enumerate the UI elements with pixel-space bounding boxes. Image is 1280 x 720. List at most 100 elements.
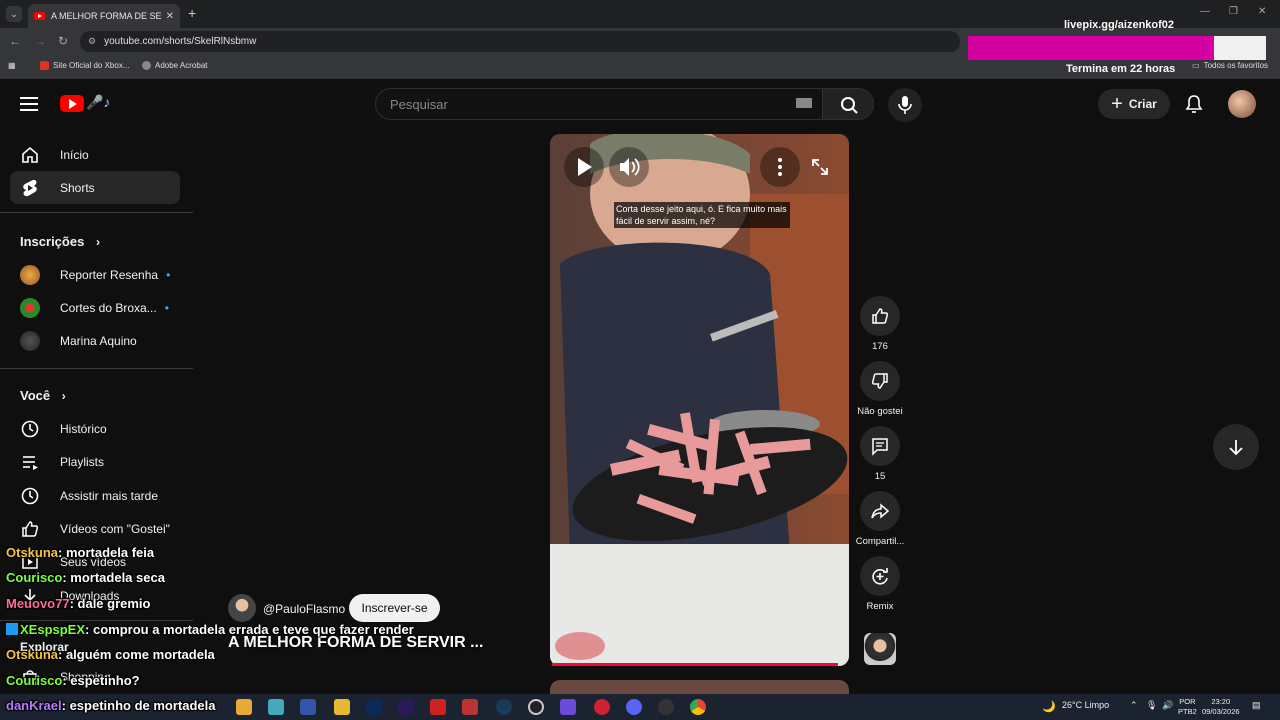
tab-search-button[interactable]: ⌄ — [6, 6, 22, 22]
keyboard-icon[interactable] — [796, 98, 812, 108]
discord-icon[interactable] — [626, 699, 642, 715]
weather-text[interactable]: 26°C Limpo — [1062, 700, 1109, 710]
acrobat-icon[interactable] — [430, 699, 446, 715]
close-tab-icon[interactable]: ✕ — [166, 11, 174, 22]
remix-action[interactable]: Remix — [860, 556, 900, 612]
sound-thumbnail[interactable] — [864, 633, 896, 665]
bookmark-xbox[interactable]: Site Oficial do Xbox... — [40, 61, 129, 70]
volume-button[interactable] — [609, 147, 649, 187]
chat-text: : mortadela feia — [58, 545, 155, 560]
fullscreen-icon — [812, 159, 828, 175]
more-vert-icon — [778, 158, 782, 176]
browser-tab[interactable]: A MELHOR FORMA DE SERVIR ✕ — [28, 4, 180, 28]
you-heading[interactable]: Você › — [20, 388, 66, 403]
site-info-icon[interactable]: ⚙ — [88, 36, 96, 47]
sidebar-channel-reporter-resenha[interactable]: Reporter Resenha • — [10, 258, 180, 291]
sidebar-item-label: Início — [60, 147, 89, 162]
share-action[interactable]: Compartil... — [856, 491, 904, 547]
dislike-button[interactable] — [860, 361, 900, 401]
volume-tray-icon[interactable]: 🔊 — [1162, 700, 1173, 711]
channel-name[interactable]: @PauloFlasmo — [263, 602, 345, 616]
taskbar-app-icon[interactable] — [300, 699, 316, 715]
clock[interactable]: 23:20 09/03/2026 — [1202, 697, 1240, 717]
sidebar-item-home[interactable]: Início — [10, 138, 180, 171]
steam-icon[interactable] — [496, 699, 512, 715]
notifications-button[interactable] — [1184, 94, 1204, 119]
like-button[interactable] — [860, 296, 900, 336]
bell-icon — [1185, 95, 1203, 113]
chat-username: danKrael — [6, 698, 62, 713]
hamburger-menu-icon[interactable] — [20, 95, 38, 111]
chat-message: Otskuna: mortadela feia — [6, 545, 154, 560]
comments-action[interactable]: 15 — [860, 426, 900, 482]
doodle-logo-icon[interactable]: 🎤♪ — [86, 94, 110, 111]
apps-icon[interactable]: ▦ — [8, 61, 16, 70]
chat-username: Courisco — [6, 673, 63, 688]
taskbar-app-icon[interactable] — [560, 699, 576, 715]
voice-search-button[interactable] — [888, 88, 922, 122]
search-placeholder: Pesquisar — [390, 96, 448, 112]
sidebar-item-playlists[interactable]: Playlists — [10, 445, 180, 478]
chat-message: XEspspEX: comprou a mortadela errada e t… — [6, 622, 414, 637]
bookmark-acrobat[interactable]: Adobe Acrobat — [142, 61, 207, 70]
reload-icon[interactable]: ↻ — [58, 34, 68, 48]
play-button[interactable] — [564, 147, 604, 187]
taskbar-app-icon[interactable] — [268, 699, 284, 715]
sidebar-channel-marina-aquino[interactable]: Marina Aquino — [10, 324, 180, 357]
sidebar-channel-cortes-do-broxa[interactable]: Cortes do Broxa... • — [10, 291, 180, 324]
forward-icon[interactable]: → — [34, 34, 46, 48]
remix-button[interactable] — [860, 556, 900, 596]
restore-icon[interactable]: ❐ — [1229, 6, 1238, 17]
channel-avatar[interactable] — [228, 594, 256, 622]
channel-label: Marina Aquino — [60, 333, 137, 348]
comments-button[interactable] — [860, 426, 900, 466]
new-tab-button[interactable]: + — [188, 5, 196, 21]
microphone-icon — [898, 96, 912, 114]
more-options-button[interactable] — [760, 147, 800, 187]
like-action[interactable]: 176 — [860, 296, 900, 352]
chat-message: Courisco: mortadela seca — [6, 570, 165, 585]
channel-avatar — [20, 330, 40, 351]
premiere-icon[interactable] — [398, 699, 414, 715]
chat-badge-icon — [6, 623, 18, 635]
video-progress-bar[interactable] — [552, 663, 838, 666]
taskbar-app-icon[interactable] — [658, 699, 674, 715]
close-window-icon[interactable]: ✕ — [1258, 6, 1266, 17]
channel-avatar — [20, 297, 40, 318]
chrome-icon[interactable] — [690, 699, 706, 715]
youtube-favicon-icon — [34, 12, 45, 20]
search-input[interactable]: Pesquisar — [375, 88, 823, 120]
subscriptions-heading[interactable]: Inscrições › — [20, 234, 100, 249]
create-button[interactable]: + Criar — [1098, 89, 1170, 119]
sidebar-divider — [0, 368, 193, 369]
account-avatar[interactable] — [1228, 90, 1256, 118]
sidebar-item-watch-later[interactable]: Assistir mais tarde — [10, 479, 180, 512]
file-explorer-icon[interactable] — [334, 699, 350, 715]
tray-chevron-icon[interactable]: ⌃ — [1130, 700, 1138, 711]
photoshop-icon[interactable] — [366, 699, 382, 715]
subscribe-button[interactable]: Inscrever-se — [349, 594, 440, 622]
microphone-tray-icon[interactable]: 🎙 — [1146, 700, 1157, 711]
address-bar[interactable]: ⚙ youtube.com/shorts/SkelRlNsbmw — [80, 31, 960, 52]
search-button[interactable] — [822, 88, 874, 120]
dislike-action[interactable]: Não gostei — [857, 361, 903, 417]
minimize-icon[interactable]: — — [1200, 6, 1210, 17]
taskbar-app-icon[interactable] — [236, 699, 252, 715]
sidebar-item-history[interactable]: Histórico — [10, 412, 180, 445]
fullscreen-button[interactable] — [800, 147, 840, 187]
all-bookmarks[interactable]: ▭ Todos os favoritos — [1192, 61, 1268, 70]
remix-label: Remix — [866, 601, 894, 612]
notifications-tray-icon[interactable]: ▤ — [1252, 700, 1261, 711]
next-short-button[interactable] — [1213, 424, 1259, 470]
arrow-down-icon — [1229, 440, 1243, 456]
taskbar-app-icon[interactable] — [462, 699, 478, 715]
thumbs-up-icon — [872, 308, 889, 324]
language-indicator[interactable]: POR PTB2 — [1178, 697, 1197, 717]
taskbar-app-icon[interactable] — [594, 699, 610, 715]
back-icon[interactable]: ← — [9, 34, 21, 48]
sidebar-item-shorts[interactable]: Shorts — [10, 171, 180, 204]
obs-icon[interactable] — [528, 699, 544, 715]
sidebar-item-liked-videos[interactable]: Vídeos com "Gostei" — [10, 512, 180, 545]
share-button[interactable] — [860, 491, 900, 531]
youtube-logo-icon[interactable] — [60, 95, 84, 112]
